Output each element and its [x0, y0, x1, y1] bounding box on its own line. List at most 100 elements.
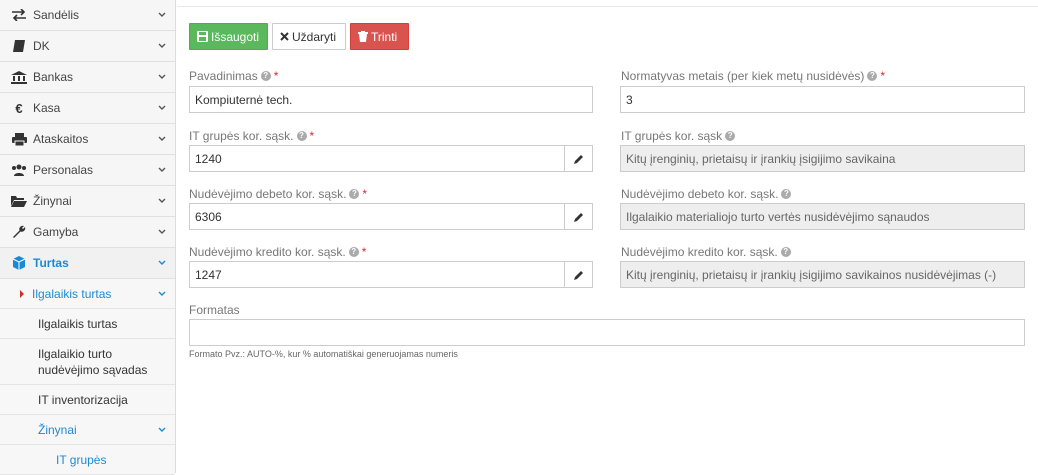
debet-name-label: Nudėvėjimo debeto kor. sąsk.? — [621, 187, 792, 201]
kredit-name-field: Kitų įrenginių, prietaisų ir įrankių įsi… — [620, 261, 1025, 288]
chevron-down-icon — [158, 43, 166, 48]
edit-it-kor-button[interactable] — [564, 145, 593, 172]
debet-input[interactable]: 6306 — [189, 203, 565, 230]
sidebar-item-sandelis[interactable]: Sandėlis — [0, 0, 175, 31]
kredit-input[interactable]: 1247 — [189, 261, 565, 288]
sidebar-item-turtas[interactable]: Turtas — [0, 248, 175, 279]
wrench-icon — [10, 225, 28, 239]
formatas-label: Formatas — [189, 303, 240, 317]
sidebar-subgroup-label: Žinynai — [38, 422, 77, 437]
label-text: IT grupės kor. sąsk — [621, 129, 723, 143]
sidebar-item-personalas[interactable]: Personalas — [0, 155, 175, 186]
label-text: Nudėvėjimo kredito kor. sąsk. — [621, 245, 778, 259]
label-text: Normatyvas metais (per kiek metų nusidėv… — [621, 69, 865, 83]
bank-icon — [10, 70, 28, 84]
caret-right-icon — [20, 289, 24, 298]
top-divider — [177, 6, 1038, 7]
input-value: Kitų įrenginių, prietaisų ir įrankių įsi… — [626, 151, 896, 166]
save-button-label: Išsaugoti — [211, 29, 260, 44]
it-kor-name-field: Kitų įrenginių, prietaisų ir įrankių įsi… — [620, 145, 1025, 172]
normatyvas-input[interactable]: 3 — [620, 86, 1025, 113]
edit-debet-button[interactable] — [564, 203, 593, 230]
trash-icon — [358, 31, 368, 42]
it-kor-input[interactable]: 1240 — [189, 145, 565, 172]
debet-name-field: Ilgalaikio materialiojo turto vertės nus… — [620, 203, 1025, 230]
question-icon[interactable]: ? — [349, 189, 360, 199]
question-icon[interactable]: ? — [780, 247, 791, 257]
sidebar-item-label: Ataskaitos — [33, 132, 89, 146]
sidebar-item-label: Žinynai — [33, 194, 72, 208]
chevron-down-icon — [158, 291, 166, 296]
input-value: 1247 — [195, 267, 222, 282]
input-value: Kitų įrenginių, prietaisų ir įrankių įsi… — [626, 267, 997, 282]
normatyvas-label: Normatyvas metais (per kiek metų nusidėv… — [621, 69, 885, 83]
sidebar-item-label: Turtas — [33, 256, 69, 270]
sidebar-item-dk[interactable]: DK — [0, 31, 175, 62]
users-icon — [10, 163, 28, 177]
sidebar-subitem-ilgalaikis-turtas[interactable]: Ilgalaikis turtas — [0, 309, 175, 339]
chevron-down-icon — [158, 74, 166, 79]
sidebar-subitem-label: IT inventorizacija — [38, 392, 128, 407]
input-value: Ilgalaikio materialiojo turto vertės nus… — [626, 209, 930, 224]
save-button[interactable]: Išsaugoti — [189, 23, 268, 50]
question-icon[interactable]: ? — [296, 131, 307, 141]
pavadinimas-label: Pavadinimas? * — [189, 69, 278, 83]
sidebar-item-label: Kasa — [33, 101, 61, 115]
sidebar-subgroup-zinynai[interactable]: Žinynai — [0, 415, 175, 445]
chevron-down-icon — [158, 105, 166, 110]
sidebar-item-gamyba[interactable]: Gamyba — [0, 217, 175, 248]
chevron-down-icon — [158, 167, 166, 172]
sidebar-submenu: Ilgalaikis turtas Ilgalaikis turtas Ilga… — [0, 279, 175, 475]
edit-kredit-button[interactable] — [564, 261, 593, 288]
chevron-down-icon — [158, 427, 166, 432]
sidebar-item-bankas[interactable]: Bankas — [0, 62, 175, 93]
kredit-label: Nudėvėjimo kredito kor. sąsk.? * — [189, 245, 366, 259]
cube-icon — [10, 256, 28, 270]
formatas-input[interactable] — [189, 319, 1025, 346]
sidebar-subitem-label: Ilgalaikio turto nudėvėjimo sąvadas — [38, 346, 148, 377]
question-icon[interactable]: ? — [260, 71, 271, 81]
label-text: IT grupės kor. sąsk. — [189, 129, 294, 143]
label-text: Nudėvėjimo debeto kor. sąsk. — [621, 187, 779, 201]
sidebar-item-label: DK — [33, 39, 50, 53]
it-kor-name-label: IT grupės kor. sąsk? — [621, 129, 736, 143]
sidebar-item-kasa[interactable]: € Kasa — [0, 93, 175, 124]
question-icon[interactable]: ? — [867, 71, 878, 81]
question-icon[interactable]: ? — [348, 247, 359, 257]
sidebar-subitem-it-inventorizacija[interactable]: IT inventorizacija — [0, 385, 175, 415]
pavadinimas-input[interactable]: Kompiuternė tech. — [189, 86, 593, 113]
formatas-hint: Formato Pvz.: AUTO-%, kur % automatiškai… — [189, 349, 458, 359]
chevron-down-icon — [158, 198, 166, 203]
folder-open-icon — [10, 194, 28, 208]
delete-button[interactable]: Trinti — [350, 23, 409, 50]
pencil-icon — [573, 270, 583, 280]
question-icon[interactable]: ? — [725, 131, 736, 141]
chevron-down-icon — [158, 12, 166, 17]
sidebar-item-zinynai[interactable]: Žinynai — [0, 186, 175, 217]
debet-label: Nudėvėjimo debeto kor. sąsk.? * — [189, 187, 367, 201]
required-marker: * — [362, 187, 368, 201]
required-marker: * — [309, 129, 315, 143]
question-icon[interactable]: ? — [781, 189, 792, 199]
required-marker: * — [361, 245, 367, 259]
sidebar-item-label: Personalas — [33, 163, 94, 177]
chevron-down-icon — [158, 229, 166, 234]
sidebar-subitem-it-grupes[interactable]: IT grupės — [0, 445, 175, 475]
chevron-down-icon — [158, 260, 166, 265]
print-icon — [10, 132, 28, 146]
label-text: Pavadinimas — [189, 69, 258, 83]
close-button-label: Uždaryti — [292, 29, 337, 44]
required-marker: * — [880, 69, 886, 83]
sidebar-item-label: Gamyba — [33, 225, 79, 239]
exchange-icon — [10, 8, 28, 22]
close-button[interactable]: Uždaryti — [272, 23, 346, 50]
sidebar-subgroup-label: Ilgalaikis turtas — [32, 286, 112, 301]
sidebar-subitem-nudevejimo-savadas[interactable]: Ilgalaikio turto nudėvėjimo sąvadas — [0, 339, 175, 385]
sidebar-subgroup-ilgalaikis-turtas[interactable]: Ilgalaikis turtas — [0, 279, 175, 309]
input-value: 3 — [626, 92, 633, 107]
sidebar-item-ataskaitos[interactable]: Ataskaitos — [0, 124, 175, 155]
required-marker: * — [273, 69, 279, 83]
input-value: 1240 — [195, 151, 222, 166]
kredit-name-label: Nudėvėjimo kredito kor. sąsk.? — [621, 245, 791, 259]
save-icon — [197, 31, 208, 42]
